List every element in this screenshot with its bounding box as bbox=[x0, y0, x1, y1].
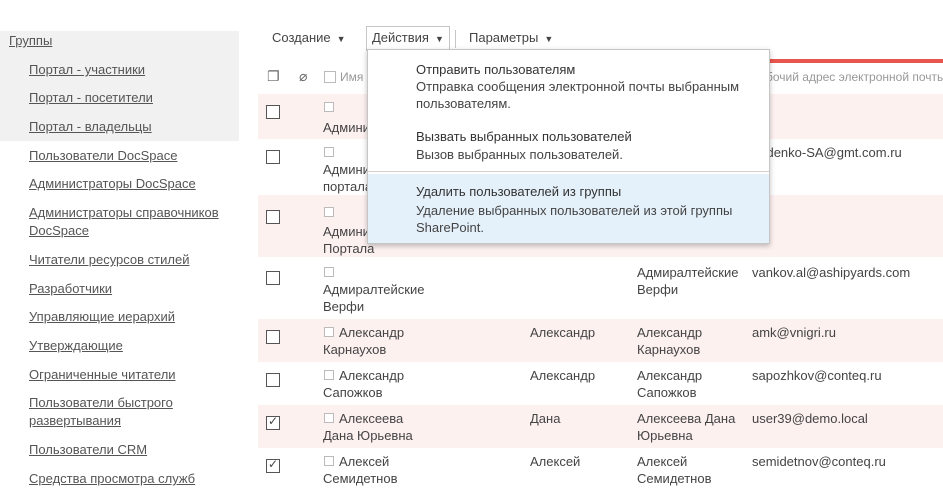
cell-name-line2[interactable]: Карнаухов bbox=[323, 341, 433, 358]
cell-name-line2[interactable]: Семидетнов bbox=[323, 470, 433, 487]
menu-item-description: Вызов выбранных пользователей. bbox=[416, 147, 623, 162]
cell-display-name-line2: Верфи bbox=[637, 282, 679, 297]
nav-item-quick-deploy-users[interactable]: Пользователи быстрого развертывания bbox=[29, 394, 229, 430]
menu-item-description: Удаление выбранных пользователей из этой… bbox=[416, 203, 733, 235]
nav-item-portal-visitors[interactable]: Портал - посетители bbox=[29, 89, 229, 107]
caret-down-icon: ▼ bbox=[336, 34, 346, 44]
group-nav: Группы Портал - участники Портал - посет… bbox=[0, 0, 240, 494]
row-checkbox[interactable] bbox=[266, 330, 280, 344]
menu-item-title: Отправить пользователям bbox=[416, 62, 576, 77]
actions-label: Действия bbox=[372, 30, 429, 45]
caret-down-icon: ▼ bbox=[434, 34, 444, 44]
cell-email: vankov.al@ashipyards.com bbox=[752, 265, 911, 280]
actions-menu-button[interactable]: Действия ▼ bbox=[372, 30, 444, 45]
cell-display-name: Александр bbox=[637, 325, 703, 340]
nav-item-docspace-users[interactable]: Пользователи DocSpace bbox=[29, 147, 229, 165]
item-checkbox[interactable] bbox=[324, 267, 334, 277]
nav-item-crm-users[interactable]: Пользователи CRM bbox=[29, 441, 229, 459]
cell-name-line2[interactable]: Верфи bbox=[323, 298, 433, 315]
row-checkbox-checked[interactable] bbox=[266, 457, 280, 473]
table-row[interactable]: Александр Сапожков Александр Александр С… bbox=[258, 362, 943, 405]
row-checkbox[interactable] bbox=[266, 105, 280, 119]
params-menu-button[interactable]: Параметры ▼ bbox=[469, 30, 553, 45]
table-row[interactable]: Алексей Семидетнов Алексей Алексей Семид… bbox=[258, 448, 943, 494]
cell-first-name: Дана bbox=[530, 411, 561, 426]
params-label: Параметры bbox=[469, 30, 539, 45]
cell-name[interactable]: Алексей bbox=[339, 453, 389, 470]
item-checkbox[interactable] bbox=[324, 456, 334, 466]
cell-first-name: Александр bbox=[530, 368, 596, 383]
column-name-header[interactable]: Имя bbox=[340, 70, 363, 84]
menu-separator bbox=[368, 171, 769, 172]
actions-dropdown-menu: Отправить пользователям Отправка сообщен… bbox=[367, 49, 770, 244]
cell-email: bedenko-SA@gmt.com.ru bbox=[752, 145, 902, 160]
item-checkbox[interactable] bbox=[324, 370, 334, 380]
toolbar-divider bbox=[455, 30, 456, 48]
nav-item-style-readers[interactable]: Читатели ресурсов стилей bbox=[29, 251, 229, 269]
caret-down-icon: ▼ bbox=[544, 34, 554, 44]
nav-item-service-viewers[interactable]: Средства просмотра служб bbox=[29, 470, 229, 488]
cell-display-name-line2: Семидетнов bbox=[637, 471, 712, 486]
cell-email: amk@vnigri.ru bbox=[752, 325, 836, 340]
cell-name-line2[interactable]: Дана Юрьевна bbox=[323, 427, 433, 444]
menu-item-title: Удалить пользователей из группы bbox=[416, 184, 622, 199]
menu-item-call-users[interactable]: Вызвать выбранных пользователей Вызов вы… bbox=[368, 118, 769, 171]
table-row[interactable]: Адмиралтейские Верфи Адмиралтейские Верф… bbox=[258, 257, 943, 319]
cell-name[interactable]: Алексеева bbox=[339, 410, 403, 427]
cell-first-name: Алексей bbox=[530, 454, 581, 469]
cell-name[interactable]: Адмиралтейские bbox=[323, 281, 433, 298]
nav-item-portal-members[interactable]: Портал - участники bbox=[29, 61, 229, 79]
cell-email: user39@demo.local bbox=[752, 411, 868, 426]
accent-bar bbox=[766, 59, 943, 63]
create-label: Создание bbox=[272, 30, 331, 45]
cell-display-name-line2: Карнаухов bbox=[637, 342, 701, 357]
cell-first-name: Александр bbox=[530, 325, 596, 340]
item-checkbox[interactable] bbox=[324, 147, 334, 157]
cell-display-name: Адмиралтейские bbox=[637, 265, 739, 280]
nav-item-approvers[interactable]: Утверждающие bbox=[29, 337, 229, 355]
item-checkbox[interactable] bbox=[324, 207, 334, 217]
row-checkbox[interactable] bbox=[266, 271, 280, 285]
menu-item-description: Отправка сообщения электронной почты выб… bbox=[416, 79, 740, 111]
column-email-header[interactable]: бочий адрес электронной почты bbox=[766, 70, 943, 84]
row-checkbox-checked[interactable] bbox=[266, 414, 280, 430]
select-all-checkbox[interactable] bbox=[324, 71, 336, 83]
cell-display-name-line2: Сапожков bbox=[637, 385, 697, 400]
nav-root-groups[interactable]: Группы bbox=[9, 33, 52, 48]
nav-item-restricted-readers[interactable]: Ограниченные читатели bbox=[29, 366, 229, 384]
nav-item-docspace-admins[interactable]: Администраторы DocSpace bbox=[29, 175, 229, 193]
nav-item-portal-owners[interactable]: Портал - владельцы bbox=[29, 118, 229, 136]
item-checkbox[interactable] bbox=[324, 327, 334, 337]
item-checkbox[interactable] bbox=[324, 102, 334, 112]
row-checkbox[interactable] bbox=[266, 210, 280, 224]
attachment-icon: ⌀ bbox=[299, 68, 308, 84]
cell-display-name-line2: Юрьевна bbox=[637, 428, 693, 443]
menu-item-title: Вызвать выбранных пользователей bbox=[416, 129, 632, 144]
table-row[interactable]: Александр Карнаухов Александр Александр … bbox=[258, 319, 943, 362]
menu-item-email-users[interactable]: Отправить пользователям Отправка сообщен… bbox=[368, 50, 769, 118]
cell-email: sapozhkov@conteq.ru bbox=[752, 368, 882, 383]
cell-display-name: Александр bbox=[637, 368, 703, 383]
documents-icon[interactable]: ❐ bbox=[267, 68, 280, 85]
item-checkbox[interactable] bbox=[324, 413, 334, 423]
nav-item-docspace-ref-admins[interactable]: Администраторы справочников DocSpace bbox=[29, 204, 229, 240]
menu-item-remove-from-group[interactable]: Удалить пользователей из группы Удаление… bbox=[368, 174, 769, 243]
nav-item-hierarchy-managers[interactable]: Управляющие иерархий bbox=[29, 308, 229, 326]
table-row[interactable]: Алексеева Дана Юрьевна Дана Алексеева Да… bbox=[258, 405, 943, 448]
cell-name[interactable]: Александр bbox=[339, 324, 404, 341]
cell-name-line2[interactable]: Сапожков bbox=[323, 384, 433, 401]
row-checkbox[interactable] bbox=[266, 373, 280, 387]
create-menu-button[interactable]: Создание ▼ bbox=[272, 30, 346, 45]
cell-display-name: Алексей bbox=[637, 454, 688, 469]
nav-item-developers[interactable]: Разработчики bbox=[29, 280, 229, 298]
cell-email: semidetnov@conteq.ru bbox=[752, 454, 886, 469]
row-checkbox[interactable] bbox=[266, 150, 280, 164]
cell-display-name: Алексеева Дана bbox=[637, 411, 736, 426]
cell-name[interactable]: Александр bbox=[339, 367, 404, 384]
